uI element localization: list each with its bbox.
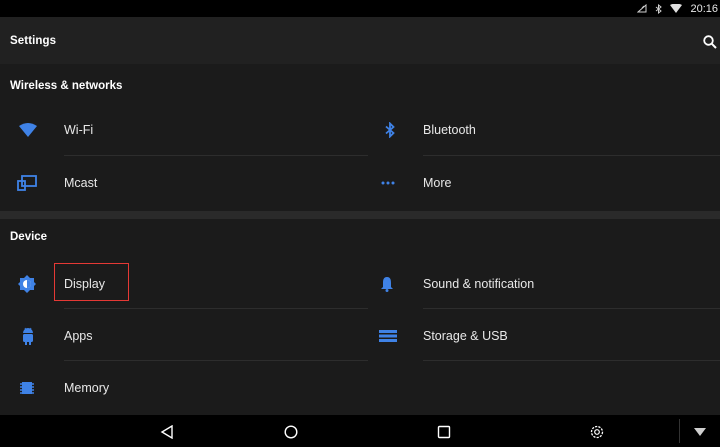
more-icon bbox=[378, 173, 398, 193]
signal-icon bbox=[637, 4, 647, 13]
divider bbox=[64, 308, 368, 309]
wifi-status-icon bbox=[670, 4, 683, 13]
settings-item-label: Memory bbox=[64, 381, 110, 395]
settings-item-more[interactable]: More bbox=[360, 159, 720, 207]
display-highlight-box bbox=[54, 263, 129, 301]
settings-item-mcast[interactable]: Mcast bbox=[0, 159, 360, 207]
settings-item-bluetooth[interactable]: Bluetooth bbox=[360, 106, 720, 154]
back-icon[interactable] bbox=[156, 421, 178, 443]
settings-item-label: Sound & notification bbox=[423, 277, 535, 291]
dropdown-triangle-icon[interactable] bbox=[689, 421, 711, 443]
storage-icon bbox=[378, 326, 398, 346]
wifi-icon bbox=[18, 120, 38, 140]
settings-item-label: Apps bbox=[64, 329, 93, 343]
search-icon[interactable] bbox=[703, 35, 717, 54]
app-bar: Settings bbox=[0, 17, 720, 64]
divider bbox=[64, 360, 368, 361]
settings-item-wifi[interactable]: Wi-Fi bbox=[0, 106, 360, 154]
home-icon[interactable] bbox=[280, 421, 302, 443]
section-header-wireless: Wireless & networks bbox=[10, 80, 123, 92]
settings-item-label: Storage & USB bbox=[423, 329, 508, 343]
cast-icon bbox=[17, 173, 37, 193]
android-icon bbox=[18, 326, 38, 346]
settings-item-label: Wi-Fi bbox=[64, 123, 94, 137]
settings-item-label: More bbox=[423, 176, 452, 190]
status-bar: 20:16 bbox=[0, 0, 720, 17]
nav-divider bbox=[679, 419, 680, 443]
section-header-device: Device bbox=[10, 231, 48, 243]
memory-icon bbox=[17, 378, 37, 398]
settings-item-memory[interactable]: Memory bbox=[0, 364, 360, 412]
divider bbox=[423, 308, 720, 309]
settings-item-storage[interactable]: Storage & USB bbox=[360, 312, 720, 360]
brightness-icon bbox=[17, 274, 37, 294]
bluetooth-icon bbox=[380, 120, 400, 140]
settings-item-label: Bluetooth bbox=[423, 123, 476, 137]
navigation-bar bbox=[0, 415, 720, 447]
bell-icon bbox=[377, 274, 397, 294]
page-title: Settings bbox=[10, 34, 57, 47]
bluetooth-status-icon bbox=[655, 3, 663, 14]
settings-item-label: Mcast bbox=[64, 176, 98, 190]
divider bbox=[423, 360, 720, 361]
settings-gear-icon[interactable] bbox=[586, 421, 608, 443]
status-clock: 20:16 bbox=[690, 2, 718, 15]
divider bbox=[64, 155, 368, 156]
divider bbox=[423, 155, 720, 156]
settings-item-apps[interactable]: Apps bbox=[0, 312, 360, 360]
settings-item-sound[interactable]: Sound & notification bbox=[360, 260, 720, 308]
recents-icon[interactable] bbox=[433, 421, 455, 443]
section-divider bbox=[0, 211, 720, 219]
settings-list: Wireless & networks Wi-Fi Bluetooth Mcas… bbox=[0, 64, 720, 415]
